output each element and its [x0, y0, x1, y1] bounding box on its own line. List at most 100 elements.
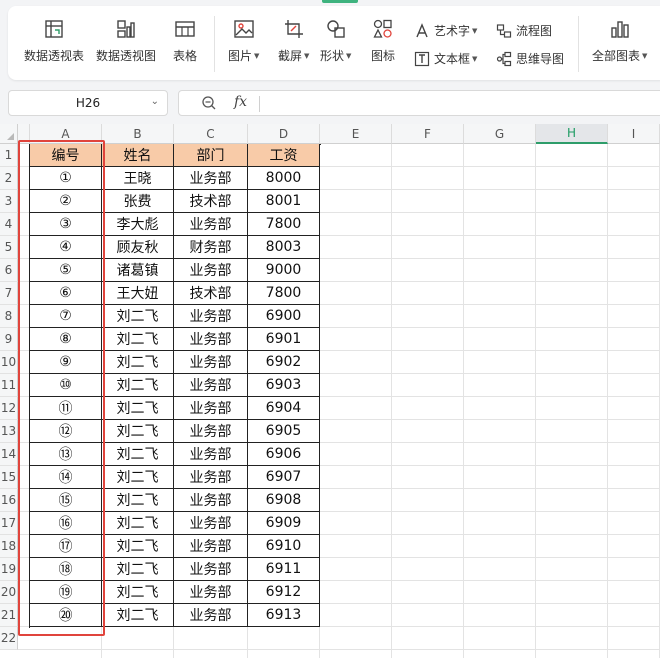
row-header-15[interactable]: 15 [0, 466, 18, 489]
column-header-c[interactable]: C [174, 124, 248, 144]
row-header-9[interactable]: 9 [0, 328, 18, 351]
row-header-18[interactable]: 18 [0, 535, 18, 558]
table-cell[interactable]: 业务部 [174, 213, 248, 236]
table-cell[interactable]: 8003 [248, 236, 320, 259]
zoom-icon[interactable] [201, 95, 217, 111]
table-cell[interactable]: ⑩ [30, 374, 102, 397]
row-header-7[interactable]: 7 [0, 282, 18, 305]
table-cell[interactable]: ⑲ [30, 581, 102, 604]
table-cell[interactable]: 刘二飞 [102, 443, 174, 466]
table-cell[interactable]: 业务部 [174, 259, 248, 282]
table-header-cell[interactable]: 部门 [174, 144, 248, 167]
table-header-cell[interactable]: 工资 [248, 144, 320, 167]
row-header-11[interactable]: 11 [0, 374, 18, 397]
table-cell[interactable]: 6904 [248, 397, 320, 420]
table-cell[interactable]: ① [30, 167, 102, 190]
table-cell[interactable]: 业务部 [174, 397, 248, 420]
table-cell[interactable]: 业务部 [174, 420, 248, 443]
table-cell[interactable]: 王大妞 [102, 282, 174, 305]
table-cell[interactable]: 业务部 [174, 535, 248, 558]
row-header-22[interactable]: 22 [0, 627, 18, 650]
column-header-e[interactable]: E [320, 124, 392, 144]
table-cell[interactable]: ⑦ [30, 305, 102, 328]
table-cell[interactable]: 李大彪 [102, 213, 174, 236]
table-cell[interactable]: 6909 [248, 512, 320, 535]
column-header-h[interactable]: H [536, 124, 608, 144]
table-cell[interactable]: 7800 [248, 282, 320, 305]
table-cell[interactable]: 刘二飞 [102, 328, 174, 351]
row-header-19[interactable]: 19 [0, 558, 18, 581]
table-cell[interactable]: 刘二飞 [102, 305, 174, 328]
table-cell[interactable]: 6902 [248, 351, 320, 374]
table-cell[interactable]: ⑳ [30, 604, 102, 627]
table-header-cell[interactable]: 编号 [30, 144, 102, 167]
row-header-1[interactable]: 1 [0, 144, 18, 167]
table-cell[interactable]: 7800 [248, 213, 320, 236]
table-cell[interactable]: ③ [30, 213, 102, 236]
table-cell[interactable]: 业务部 [174, 604, 248, 627]
column-header-g[interactable]: G [464, 124, 536, 144]
row-header-5[interactable]: 5 [0, 236, 18, 259]
table-header-cell[interactable]: 姓名 [102, 144, 174, 167]
table-cell[interactable]: 6901 [248, 328, 320, 351]
shape-button[interactable]: 形状 ▼ [320, 16, 351, 64]
table-cell[interactable]: 6910 [248, 535, 320, 558]
row-header-4[interactable]: 4 [0, 213, 18, 236]
table-cell[interactable]: 张费 [102, 190, 174, 213]
table-cell[interactable]: ⑤ [30, 259, 102, 282]
column-header-d[interactable]: D [248, 124, 320, 144]
row-header-2[interactable]: 2 [0, 167, 18, 190]
table-cell[interactable]: ④ [30, 236, 102, 259]
table-button[interactable]: 表格 [172, 16, 198, 64]
row-header-12[interactable]: 12 [0, 397, 18, 420]
row-header-10[interactable]: 10 [0, 351, 18, 374]
wordart-button[interactable]: 艺术字 ▼ [414, 22, 477, 39]
table-cell[interactable]: 刘二飞 [102, 374, 174, 397]
table-cell[interactable]: ② [30, 190, 102, 213]
row-header-6[interactable]: 6 [0, 259, 18, 282]
table-cell[interactable]: 业务部 [174, 558, 248, 581]
table-cell[interactable]: 刘二飞 [102, 535, 174, 558]
table-cell[interactable]: ⑮ [30, 489, 102, 512]
table-cell[interactable]: 刘二飞 [102, 351, 174, 374]
column-header-a[interactable]: A [30, 124, 102, 144]
table-cell[interactable]: 技术部 [174, 190, 248, 213]
table-cell[interactable]: ⑪ [30, 397, 102, 420]
table-cell[interactable]: 业务部 [174, 167, 248, 190]
table-cell[interactable]: ⑯ [30, 512, 102, 535]
table-cell[interactable]: ⑨ [30, 351, 102, 374]
table-cell[interactable]: 业务部 [174, 443, 248, 466]
table-cell[interactable]: ⑫ [30, 420, 102, 443]
table-cell[interactable]: 刘二飞 [102, 397, 174, 420]
table-cell[interactable]: 6912 [248, 581, 320, 604]
table-cell[interactable]: 刘二飞 [102, 604, 174, 627]
all-charts-button[interactable]: 全部图表 ▼ [592, 16, 647, 64]
table-cell[interactable]: 6900 [248, 305, 320, 328]
table-cell[interactable]: 6907 [248, 466, 320, 489]
table-cell[interactable]: 6906 [248, 443, 320, 466]
table-cell[interactable]: ⑭ [30, 466, 102, 489]
table-cell[interactable]: 6903 [248, 374, 320, 397]
table-cell[interactable]: ⑬ [30, 443, 102, 466]
table-cell[interactable]: 6908 [248, 489, 320, 512]
table-cell[interactable]: 8001 [248, 190, 320, 213]
table-cell[interactable]: 刘二飞 [102, 489, 174, 512]
table-cell[interactable]: 财务部 [174, 236, 248, 259]
table-cell[interactable]: 业务部 [174, 489, 248, 512]
table-cell[interactable]: 业务部 [174, 374, 248, 397]
table-cell[interactable]: 业务部 [174, 512, 248, 535]
formula-bar[interactable]: fx [178, 90, 660, 116]
row-header-16[interactable]: 16 [0, 489, 18, 512]
table-cell[interactable]: 业务部 [174, 305, 248, 328]
table-cell[interactable]: ⑱ [30, 558, 102, 581]
table-cell[interactable]: ⑥ [30, 282, 102, 305]
row-header-20[interactable]: 20 [0, 581, 18, 604]
row-header-21[interactable]: 21 [0, 604, 18, 627]
table-cell[interactable]: 顾友秋 [102, 236, 174, 259]
chevron-down-icon[interactable]: ⌄ [151, 96, 159, 107]
flowchart-button[interactable]: 流程图 [496, 22, 552, 39]
pivot-table-button[interactable]: 数据透视表 [24, 16, 84, 64]
table-cell[interactable]: 刘二飞 [102, 581, 174, 604]
icons-button[interactable]: 图标 [370, 16, 396, 64]
name-box[interactable]: H26 ⌄ [8, 90, 168, 116]
